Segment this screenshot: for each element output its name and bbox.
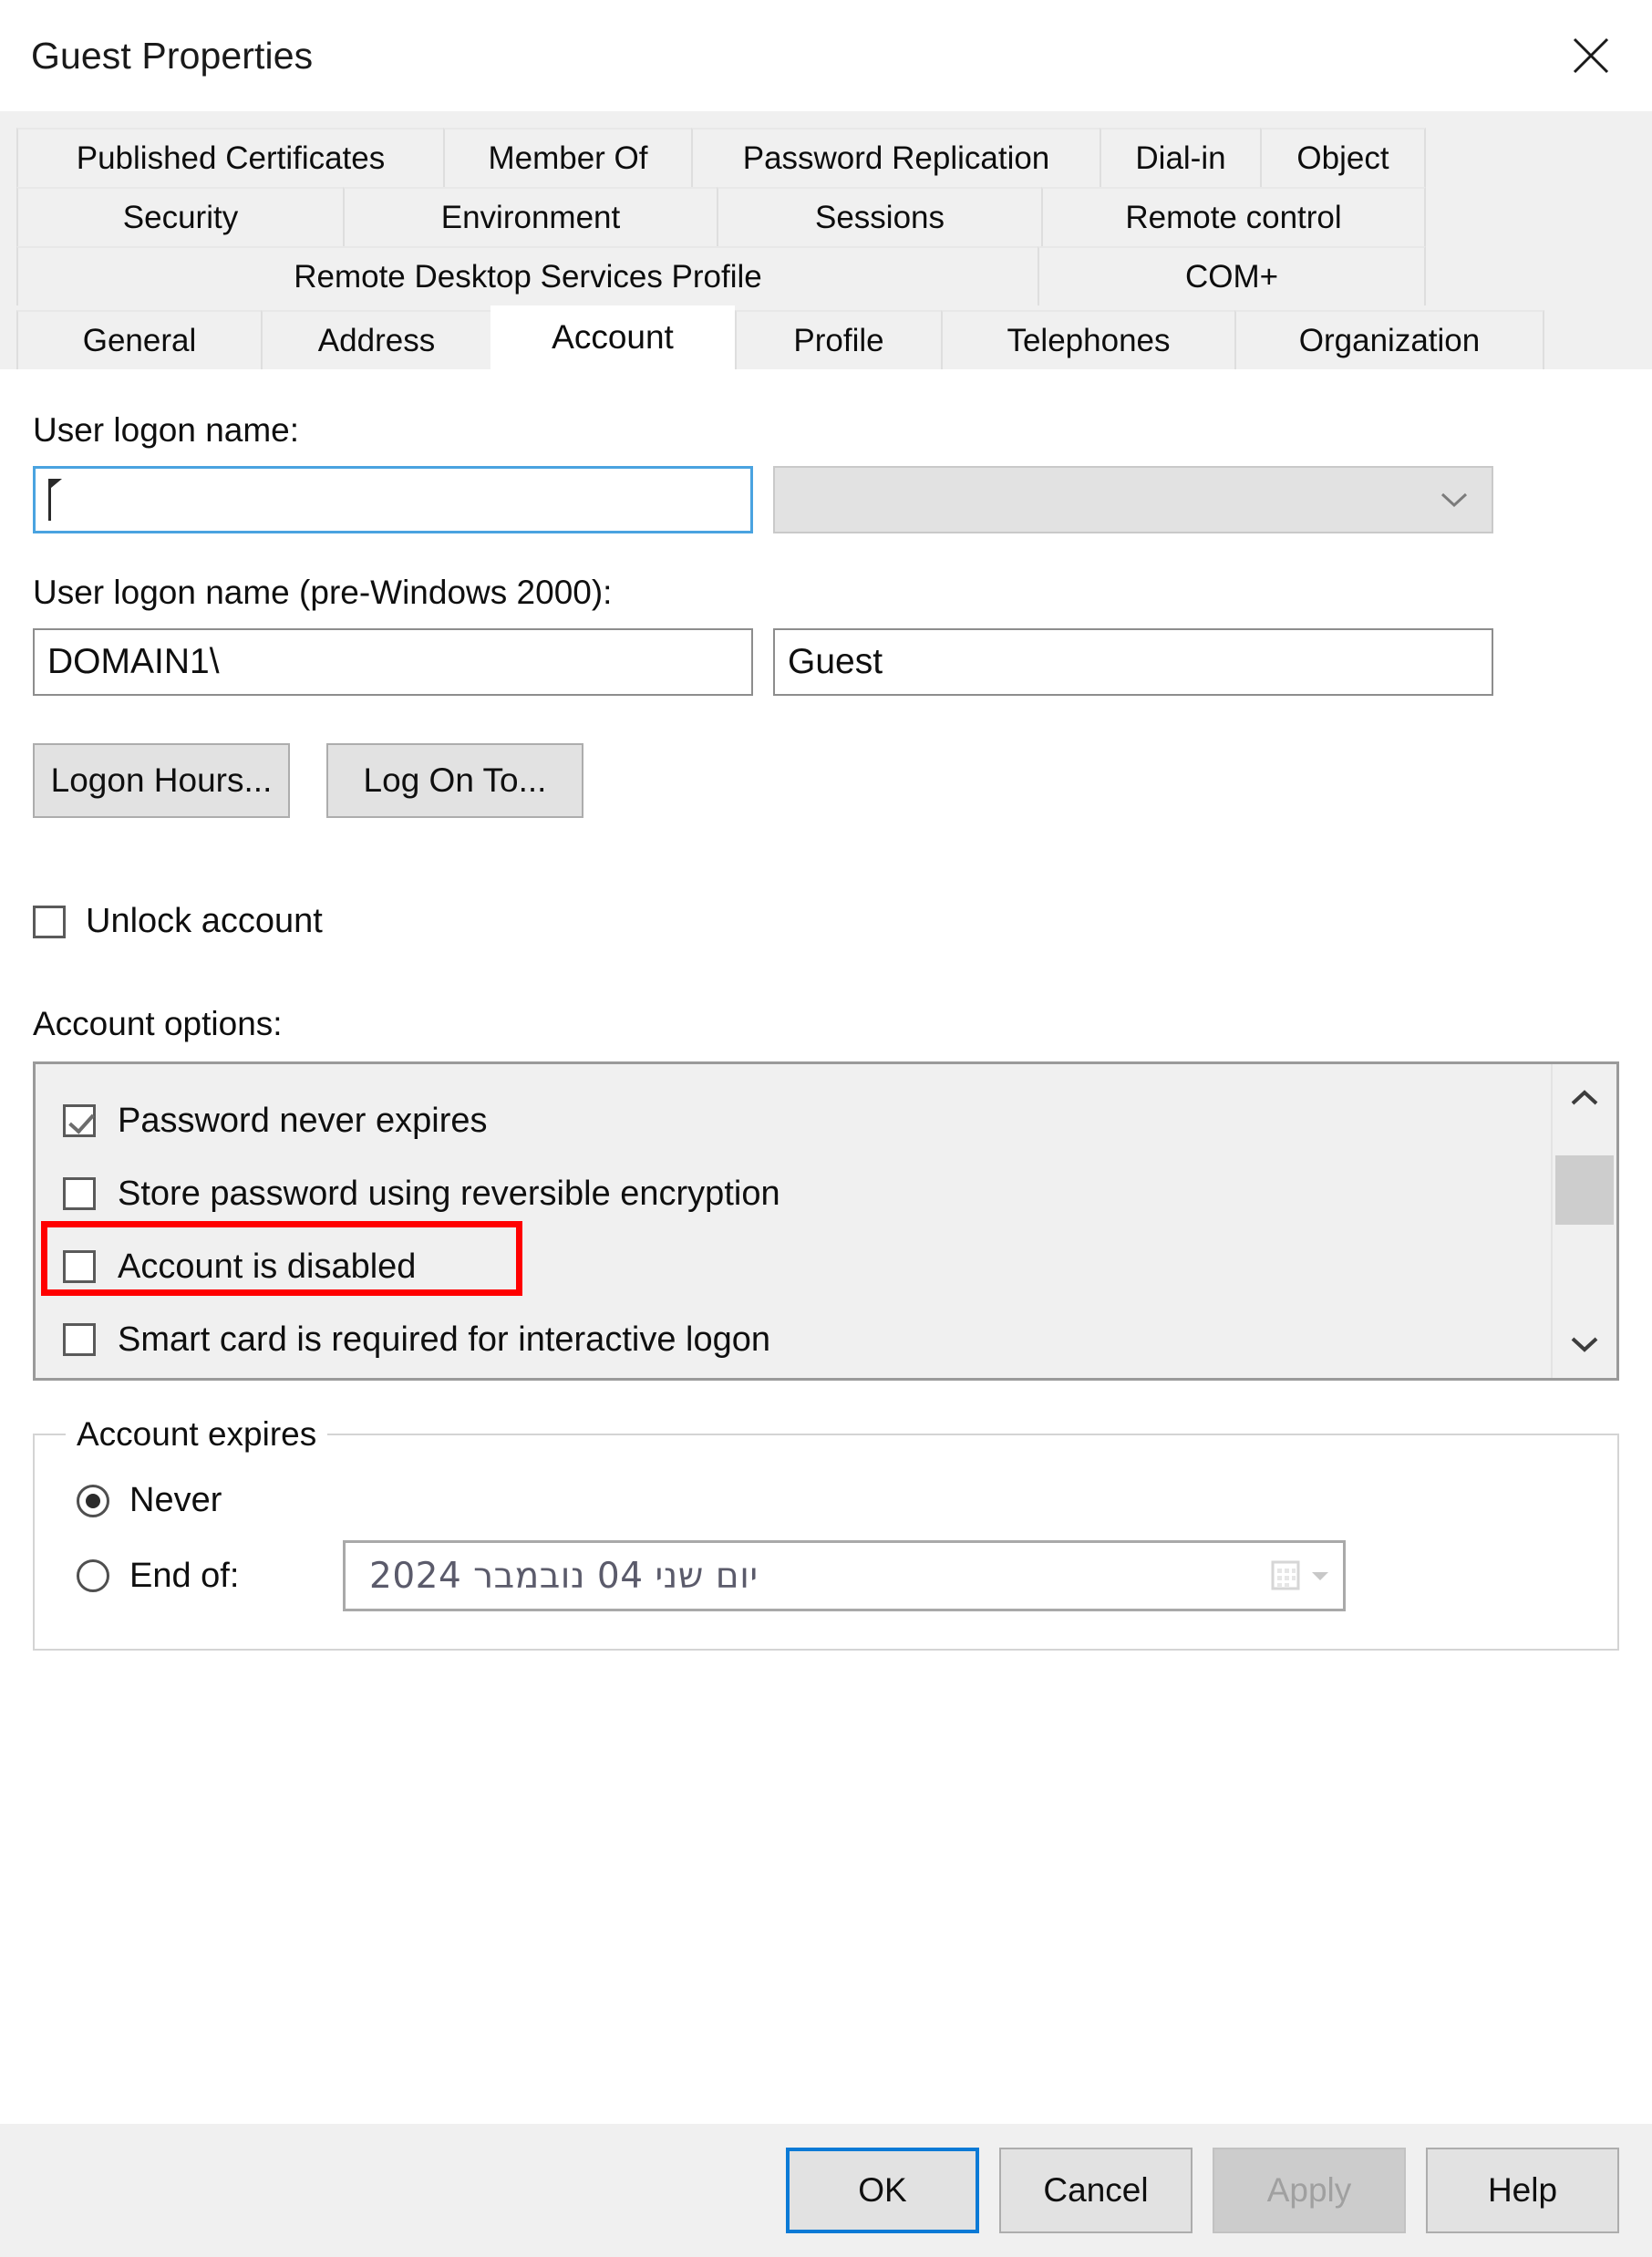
account-expires-date-input[interactable]: יום שני 04 נובמבר 2024 [343, 1540, 1346, 1611]
list-item[interactable]: Account is disabled [63, 1230, 1551, 1303]
pre-windows-2000-label: User logon name (pre-Windows 2000): [33, 574, 1619, 612]
ok-button[interactable]: OK [786, 2148, 979, 2233]
list-item-label: Store password using reversible encrypti… [118, 1175, 780, 1214]
tab-dial-in[interactable]: Dial-in [1100, 128, 1260, 187]
close-x-glyph [1570, 35, 1612, 77]
scroll-up-button[interactable] [1553, 1064, 1616, 1132]
smart-card-required-checkbox[interactable] [63, 1323, 96, 1356]
unlock-account-checkbox[interactable] [33, 906, 66, 938]
store-password-reversible-encryption-checkbox[interactable] [63, 1177, 96, 1210]
tab-strip: Published Certificates Member Of Passwor… [0, 111, 1652, 369]
tab-row-4: General Address Account Profile Telephon… [16, 305, 1636, 369]
account-options-label: Account options: [33, 1005, 1619, 1043]
tab-com-plus[interactable]: COM+ [1038, 246, 1426, 305]
tab-row-2: Security Environment Sessions Remote con… [16, 187, 1636, 246]
account-tab-panel: User logon name: User logon name (pre-Wi… [0, 369, 1652, 2124]
user-logon-name-input[interactable] [33, 466, 753, 533]
tab-environment[interactable]: Environment [343, 187, 717, 246]
scrollbar-track[interactable] [1553, 1132, 1616, 1310]
chevron-down-icon [1439, 491, 1470, 509]
tab-sessions[interactable]: Sessions [717, 187, 1041, 246]
scrollbar-thumb[interactable] [1555, 1155, 1614, 1225]
calendar-icon [1270, 1558, 1303, 1593]
tab-published-certificates[interactable]: Published Certificates [16, 128, 443, 187]
list-item[interactable]: Smart card is required for interactive l… [63, 1303, 1551, 1376]
tab-row-3: Remote Desktop Services Profile COM+ [16, 246, 1636, 305]
account-expires-group: Account expires Never End of: יום שני 04… [33, 1434, 1619, 1651]
apply-button: Apply [1213, 2148, 1406, 2233]
account-options-items: Password never expires Store password us… [36, 1064, 1551, 1378]
account-is-disabled-checkbox[interactable] [63, 1250, 96, 1283]
cancel-button[interactable]: Cancel [999, 2148, 1193, 2233]
tab-general[interactable]: General [16, 310, 261, 369]
dialog-footer: OK Cancel Apply Help [0, 2124, 1652, 2257]
list-item-label: Password never expires [118, 1102, 488, 1141]
tab-security[interactable]: Security [16, 187, 343, 246]
scroll-down-button[interactable] [1553, 1310, 1616, 1378]
account-options-scrollbar[interactable] [1551, 1064, 1616, 1378]
account-expires-date-value: יום שני 04 נובמבר 2024 [369, 1556, 1270, 1597]
end-of-label: End of: [129, 1557, 308, 1596]
tab-remote-desktop-services-profile[interactable]: Remote Desktop Services Profile [16, 246, 1038, 305]
unlock-account-checkbox-row[interactable]: Unlock account [33, 902, 1619, 941]
tab-row-1: Published Certificates Member Of Passwor… [16, 128, 1636, 187]
guest-properties-dialog: Guest Properties Published Certificates … [0, 0, 1652, 2257]
list-item[interactable]: Password never expires [63, 1084, 1551, 1157]
pre-windows-name-value: Guest [788, 642, 883, 682]
upn-suffix-dropdown[interactable] [773, 466, 1493, 533]
tab-member-of[interactable]: Member Of [443, 128, 691, 187]
tab-profile[interactable]: Profile [735, 310, 941, 369]
logon-hours-button[interactable]: Logon Hours... [33, 743, 290, 818]
list-item[interactable]: Store password using reversible encrypti… [63, 1157, 1551, 1230]
never-radio[interactable] [77, 1485, 109, 1517]
help-button[interactable]: Help [1426, 2148, 1619, 2233]
tab-object[interactable]: Object [1260, 128, 1426, 187]
close-icon[interactable] [1555, 25, 1626, 87]
list-item-label: Account is disabled [118, 1248, 416, 1287]
tab-telephones[interactable]: Telephones [941, 310, 1234, 369]
pre-windows-name-input[interactable]: Guest [773, 628, 1493, 696]
account-options-listbox[interactable]: Password never expires Store password us… [33, 1061, 1619, 1381]
account-expires-legend: Account expires [66, 1415, 327, 1454]
calendar-dropdown-button[interactable] [1270, 1558, 1330, 1593]
dropdown-triangle-icon [1310, 1569, 1330, 1582]
never-label: Never [129, 1481, 222, 1520]
tab-account[interactable]: Account [490, 305, 735, 369]
tab-remote-control[interactable]: Remote control [1041, 187, 1426, 246]
tab-address[interactable]: Address [261, 310, 490, 369]
never-radio-row[interactable]: Never [77, 1481, 1617, 1520]
end-of-radio[interactable] [77, 1559, 109, 1592]
unlock-account-label: Unlock account [86, 902, 323, 941]
page-title: Guest Properties [31, 35, 1555, 78]
list-item-label: Smart card is required for interactive l… [118, 1320, 770, 1360]
tab-organization[interactable]: Organization [1234, 310, 1544, 369]
pre-windows-domain-input[interactable]: DOMAIN1\ [33, 628, 753, 696]
pre-windows-domain-value: DOMAIN1\ [47, 642, 220, 682]
user-logon-name-label: User logon name: [33, 411, 1619, 450]
chevron-down-icon [1569, 1334, 1600, 1354]
title-bar: Guest Properties [0, 0, 1652, 111]
password-never-expires-checkbox[interactable] [63, 1104, 96, 1137]
tab-password-replication[interactable]: Password Replication [691, 128, 1100, 187]
end-of-radio-row[interactable]: End of: יום שני 04 נובמבר 2024 [77, 1540, 1617, 1611]
text-caret [48, 479, 51, 521]
chevron-up-icon [1569, 1088, 1600, 1108]
log-on-to-button[interactable]: Log On To... [326, 743, 583, 818]
